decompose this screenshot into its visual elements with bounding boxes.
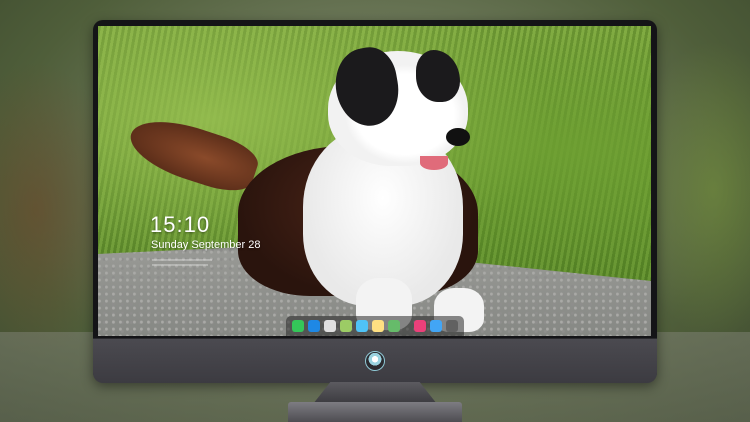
music-icon[interactable] <box>414 320 426 332</box>
lock-screen-date: Sunday September 28 <box>151 239 261 251</box>
notes-icon[interactable] <box>372 320 384 332</box>
app-store-icon[interactable] <box>430 320 442 332</box>
messages-icon[interactable] <box>292 320 304 332</box>
monitor-stand-neck <box>313 382 437 404</box>
monitor-stand-base <box>288 402 462 422</box>
lock-screen-time: 15:10 <box>150 212 211 237</box>
monitor: 15:10 Sunday September 28 xxxxxxxxxxxxxx… <box>93 20 657 383</box>
photos-icon[interactable] <box>388 320 400 332</box>
brand-logo-icon <box>365 351 385 371</box>
lock-screen-notice-line: xxxxxxxxxxxxxxxxxxxxxxxxxxxx <box>152 262 208 267</box>
desktop-scene: 15:10 Sunday September 28 xxxxxxxxxxxxxx… <box>0 0 750 422</box>
files-icon[interactable] <box>308 320 320 332</box>
wallpaper-dog-tongue <box>420 156 448 170</box>
screen: 15:10 Sunday September 28 xxxxxxxxxxxxxx… <box>98 26 651 336</box>
lock-screen-notice: xxxxxxxxxxxxxxxxxxxxxxxxxxxxxx xxxxxxxxx… <box>152 257 262 267</box>
maps-icon[interactable] <box>340 320 352 332</box>
clock-icon[interactable] <box>324 320 336 332</box>
dock <box>286 316 464 336</box>
camera-icon[interactable] <box>446 320 458 332</box>
wallpaper-dog-nose <box>446 128 470 146</box>
video-icon[interactable] <box>356 320 368 332</box>
